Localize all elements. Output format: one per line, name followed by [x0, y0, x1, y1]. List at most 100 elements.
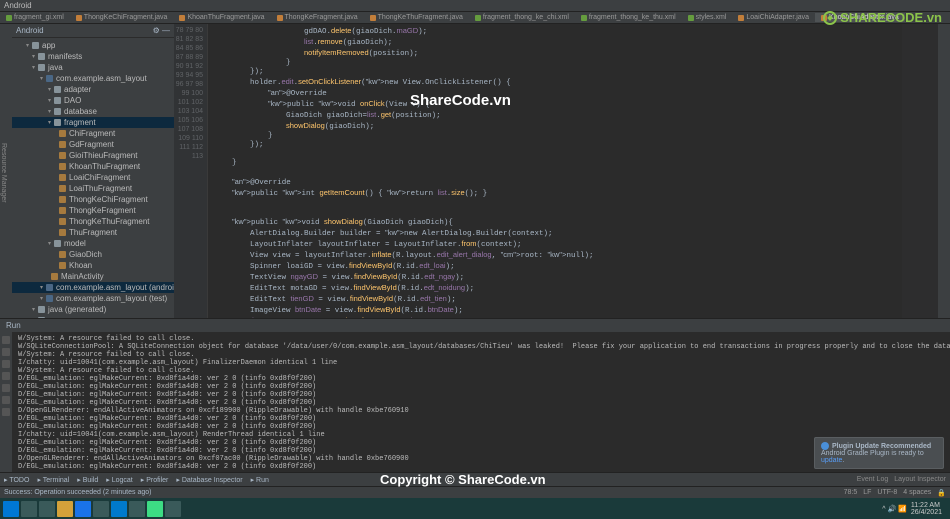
stop-icon[interactable]: [2, 348, 10, 356]
tool-window-tab[interactable]: ▸ Database Inspector: [176, 476, 242, 484]
java-icon: [59, 163, 66, 170]
pkg-icon: [46, 75, 53, 82]
tree-item[interactable]: GdFragment: [12, 139, 174, 150]
fld-icon: [54, 97, 61, 104]
file-icon: [277, 15, 283, 21]
right-tool-gutter[interactable]: [938, 24, 950, 318]
file-icon: [76, 15, 82, 21]
tree-item[interactable]: KhoanThuFragment: [12, 161, 174, 172]
tree-item[interactable]: ▾com.example.asm_layout: [12, 73, 174, 84]
editor-tab[interactable]: fragment_thong_ke_thu.xml: [575, 13, 682, 22]
tree-item[interactable]: ▾model: [12, 238, 174, 249]
editor-tab[interactable]: ThongKeThuFragment.java: [364, 13, 469, 22]
chevron-icon: ▾: [48, 240, 51, 247]
editor-tab[interactable]: ThongKeChiFragment.java: [70, 13, 174, 22]
project-tree: ▾app▾manifests▾java▾com.example.asm_layo…: [12, 38, 174, 318]
tree-item[interactable]: ThongKeChiFragment: [12, 194, 174, 205]
tree-item[interactable]: Khoan: [12, 260, 174, 271]
tree-item[interactable]: MainActivity: [12, 271, 174, 282]
tree-item[interactable]: ▾database: [12, 106, 174, 117]
tool-window-tab[interactable]: ▸ Terminal: [37, 476, 69, 484]
tree-item[interactable]: ChiFragment: [12, 128, 174, 139]
status-item[interactable]: UTF-8: [877, 489, 897, 497]
editor-tab[interactable]: fragment_thong_ke_chi.xml: [469, 13, 575, 22]
tree-item[interactable]: LoaiThuFragment: [12, 183, 174, 194]
file-icon: [688, 15, 694, 21]
tree-item[interactable]: ▾app: [12, 40, 174, 51]
project-panel-header[interactable]: Android⚙ —: [12, 24, 174, 38]
chevron-icon: ▾: [40, 295, 43, 302]
tool-window-tab[interactable]: ▸ Run: [251, 476, 269, 484]
fld-icon: [38, 317, 45, 318]
editor-tab[interactable]: ThongKeFragment.java: [271, 13, 364, 22]
tree-item[interactable]: ▾adapter: [12, 84, 174, 95]
tree-item[interactable]: ▾com.example.asm_layout (androidTest): [12, 282, 174, 293]
tree-item[interactable]: ▾res: [12, 315, 174, 318]
clear-icon[interactable]: [2, 408, 10, 416]
print-icon[interactable]: [2, 396, 10, 404]
tree-item[interactable]: ▾com.example.asm_layout (test): [12, 293, 174, 304]
tree-item[interactable]: GioiThieuFragment: [12, 150, 174, 161]
chevron-icon: ▾: [32, 306, 35, 313]
tool-window-tab[interactable]: ▸ TODO: [4, 476, 29, 484]
editor-tab[interactable]: LoaiChiAdapter.java: [732, 13, 815, 22]
tool-window-tab[interactable]: ▸ Logcat: [106, 476, 132, 484]
console-actions: [0, 332, 12, 472]
java-icon: [59, 141, 66, 148]
tree-item[interactable]: ▾fragment: [12, 117, 174, 128]
fld-icon: [54, 108, 61, 115]
rerun-icon[interactable]: [2, 336, 10, 344]
tree-item[interactable]: ThongKeFragment: [12, 205, 174, 216]
status-item[interactable]: 🔒: [937, 489, 946, 497]
filter-icon[interactable]: [2, 372, 10, 380]
status-message: Success: Operation succeeded (2 minutes …: [4, 489, 151, 496]
menu-view[interactable]: Android: [4, 1, 32, 10]
plugin-update-notification[interactable]: Plugin Update Recommended Android Gradle…: [814, 437, 944, 469]
editor-tab[interactable]: styles.xml: [682, 13, 733, 22]
status-item[interactable]: 78:5: [844, 489, 858, 497]
chevron-icon: ▾: [48, 97, 51, 104]
tree-item[interactable]: ▾DAO: [12, 95, 174, 106]
layout-inspector-tab[interactable]: Layout Inspector: [894, 476, 946, 483]
tool-window-tab[interactable]: ▸ Profiler: [141, 476, 169, 484]
tree-item[interactable]: ▾java (generated): [12, 304, 174, 315]
wrap-icon[interactable]: [2, 384, 10, 392]
tree-item[interactable]: GiaoDich: [12, 249, 174, 260]
editor-tab[interactable]: fragment_gi.xml: [0, 13, 70, 22]
chevron-icon: ▾: [48, 119, 51, 126]
chevron-icon: ▾: [48, 108, 51, 115]
update-link[interactable]: update: [821, 457, 842, 464]
file-icon: [370, 15, 376, 21]
tree-item[interactable]: ThuFragment: [12, 227, 174, 238]
tree-item[interactable]: ThongKeThuFragment: [12, 216, 174, 227]
java-icon: [59, 229, 66, 236]
status-item[interactable]: 4 spaces: [903, 489, 931, 497]
tool-window-tab[interactable]: ▸ Build: [77, 476, 98, 484]
run-console: W/System: A resource failed to call clos…: [0, 332, 950, 472]
java-icon: [59, 196, 66, 203]
java-icon: [51, 273, 58, 280]
file-icon: [6, 15, 12, 21]
java-icon: [59, 262, 66, 269]
tree-item[interactable]: LoaiChiFragment: [12, 172, 174, 183]
editor-area: 78 79 80 81 82 83 84 85 86 87 88 89 90 9…: [174, 24, 938, 318]
editor-tabs: fragment_gi.xmlThongKeChiFragment.javaKh…: [0, 12, 950, 24]
minimap[interactable]: [902, 24, 938, 318]
editor-tab[interactable]: KhoanThuFragment.java: [173, 13, 270, 22]
tree-item[interactable]: ▾manifests: [12, 51, 174, 62]
tree-item[interactable]: ▾java: [12, 62, 174, 73]
event-log-tab[interactable]: Event Log: [857, 476, 889, 483]
java-icon: [59, 185, 66, 192]
code-editor[interactable]: gdDAO.delete(giaoDich.maGD); list.remove…: [208, 24, 902, 318]
run-toolbar[interactable]: Run: [0, 318, 950, 332]
console-output[interactable]: W/System: A resource failed to call clos…: [12, 332, 950, 472]
fld-icon: [38, 64, 45, 71]
chevron-icon: ▾: [26, 42, 29, 49]
left-tool-gutter[interactable]: Resource Manager: [0, 24, 12, 318]
attach-icon[interactable]: [2, 360, 10, 368]
java-icon: [59, 152, 66, 159]
pkg-icon: [46, 284, 53, 291]
run-tab-label[interactable]: Run: [6, 321, 21, 330]
java-icon: [59, 174, 66, 181]
status-item[interactable]: LF: [863, 489, 871, 497]
